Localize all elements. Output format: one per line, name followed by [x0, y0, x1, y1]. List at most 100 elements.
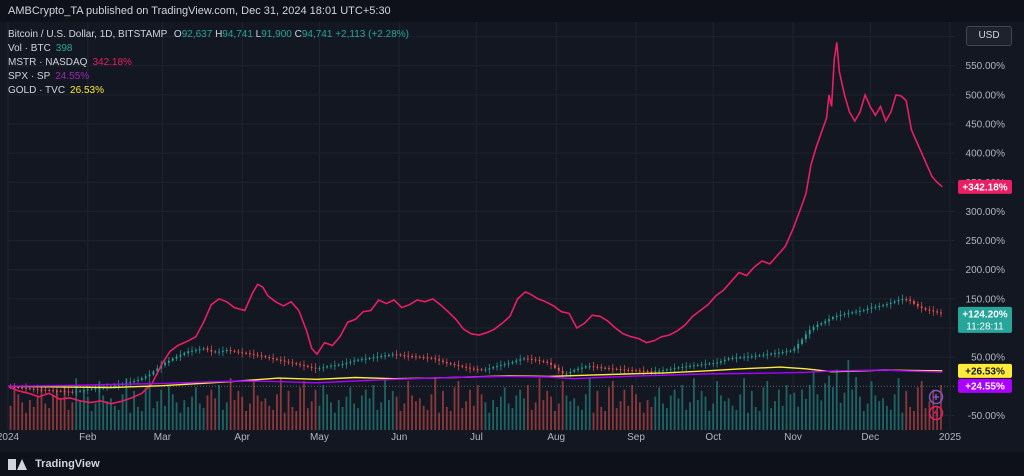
btc-candle: [878, 306, 881, 308]
btc-candle: [569, 371, 572, 374]
btc-candle: [442, 360, 444, 363]
btc-candle: [430, 357, 433, 359]
btc-candle: [909, 299, 912, 301]
btc-candle: [472, 368, 475, 370]
btc-candle: [71, 391, 74, 393]
volume-bar: [619, 401, 622, 430]
volume-bar: [210, 389, 213, 430]
volume-bar: [554, 410, 556, 430]
volume-bar: [326, 394, 329, 430]
btc-candle: [461, 365, 464, 367]
volume-bar: [391, 390, 394, 430]
btc-candle: [333, 365, 336, 367]
btc-candle: [546, 361, 549, 363]
y-tick-label: 200.00%: [966, 265, 1006, 276]
legend-row-mstr[interactable]: MSTR · NASDAQ 342.18%: [8, 56, 409, 70]
btc-candle: [25, 387, 27, 389]
volume-bar: [152, 408, 155, 430]
btc-candle: [913, 300, 915, 304]
volume-bar: [835, 369, 838, 430]
legend-row-spx[interactable]: SPX · SP 24.55%: [8, 70, 409, 84]
y-axis[interactable]: 600.00%550.00%500.00%450.00%400.00%350.0…: [966, 32, 1006, 422]
currency-button[interactable]: USD: [966, 26, 1012, 46]
volume-bar: [256, 395, 259, 430]
volume-bar: [804, 398, 807, 430]
volume-bar: [67, 409, 70, 430]
btc-candle: [391, 354, 394, 356]
btc-candle: [855, 311, 857, 313]
volume-bar: [592, 412, 595, 430]
btc-candle: [588, 366, 591, 368]
btc-candle: [627, 369, 630, 371]
volume-bar: [129, 412, 132, 430]
btc-candle: [920, 306, 923, 309]
btc-candle: [654, 371, 657, 373]
btc-candle: [376, 356, 379, 358]
btc-candle: [635, 370, 637, 372]
btc-candle: [330, 365, 332, 367]
volume-bar: [600, 406, 603, 430]
volume-bar: [426, 409, 429, 430]
btc-candle: [859, 310, 861, 312]
btc-candle: [167, 360, 170, 363]
legend-row-gold[interactable]: GOLD · TVC 26.53%: [8, 84, 409, 98]
volume-bar: [519, 389, 522, 430]
x-axis[interactable]: 2024 Feb Mar Apr May Jun Jul Aug Sep Oct Nov Dec 202…: [0, 432, 962, 443]
volume-bar: [360, 395, 363, 430]
btc-candle: [828, 319, 830, 322]
btc-candle: [56, 390, 58, 392]
btc-candle: [905, 299, 908, 301]
x-tick-label: 2025: [939, 432, 962, 443]
volume-bar: [635, 394, 637, 430]
volume-bar: [175, 402, 178, 430]
btc-candle: [357, 359, 359, 361]
btc-candle: [140, 378, 143, 380]
btc-candle: [457, 365, 460, 367]
btc-candle: [287, 361, 290, 363]
btc-candle: [241, 352, 244, 354]
volume-bar: [723, 401, 726, 430]
volume-bar: [140, 410, 143, 430]
btc-candle: [831, 317, 834, 320]
volume-bar: [144, 387, 147, 430]
btc-candle: [804, 334, 807, 340]
volume-bar: [314, 389, 317, 430]
volume-bar: [901, 412, 904, 430]
volume-bar: [820, 400, 823, 430]
volume-bar: [353, 403, 356, 430]
btc-candle: [175, 356, 178, 359]
volume-bar: [90, 410, 93, 430]
volume-bar: [83, 390, 85, 430]
btc-candle: [90, 388, 93, 390]
legend-row-volume[interactable]: Vol · BTC 398: [8, 42, 409, 56]
volume-bar: [407, 381, 410, 430]
volume-bar: [739, 394, 742, 430]
volume-bar: [866, 403, 869, 430]
btc-candle: [79, 390, 81, 392]
btc-candle: [685, 366, 688, 368]
btc-candle: [874, 306, 877, 308]
btc-candle: [704, 363, 707, 365]
btc-candle: [866, 308, 869, 311]
y-tick-label: 300.00%: [966, 207, 1006, 218]
btc-candle: [681, 366, 684, 368]
volume-bar: [399, 410, 402, 430]
last-value-text: +26.53%: [965, 366, 1005, 377]
volume-bar: [241, 396, 244, 430]
volume-bar: [194, 387, 197, 430]
ohlc-values: O92,637 H94,741 L91,900 C94,741 +2,113 (…: [173, 29, 409, 40]
volume-bar: [442, 390, 444, 430]
volume-bar: [816, 394, 819, 430]
btc-candle: [693, 365, 695, 367]
y-tick-label: 500.00%: [966, 90, 1006, 101]
volume-bar: [179, 412, 182, 430]
btc-candle: [916, 303, 919, 307]
btc-candle: [164, 362, 166, 366]
btc-candle: [295, 363, 298, 365]
btc-candle: [191, 350, 193, 352]
volume-bar: [233, 400, 236, 430]
btc-candle: [708, 363, 711, 365]
legend-main-row[interactable]: Bitcoin / U.S. Dollar, 1D, BITSTAMP O92,…: [8, 28, 409, 42]
volume-bar: [496, 406, 498, 430]
btc-candle: [893, 301, 896, 303]
